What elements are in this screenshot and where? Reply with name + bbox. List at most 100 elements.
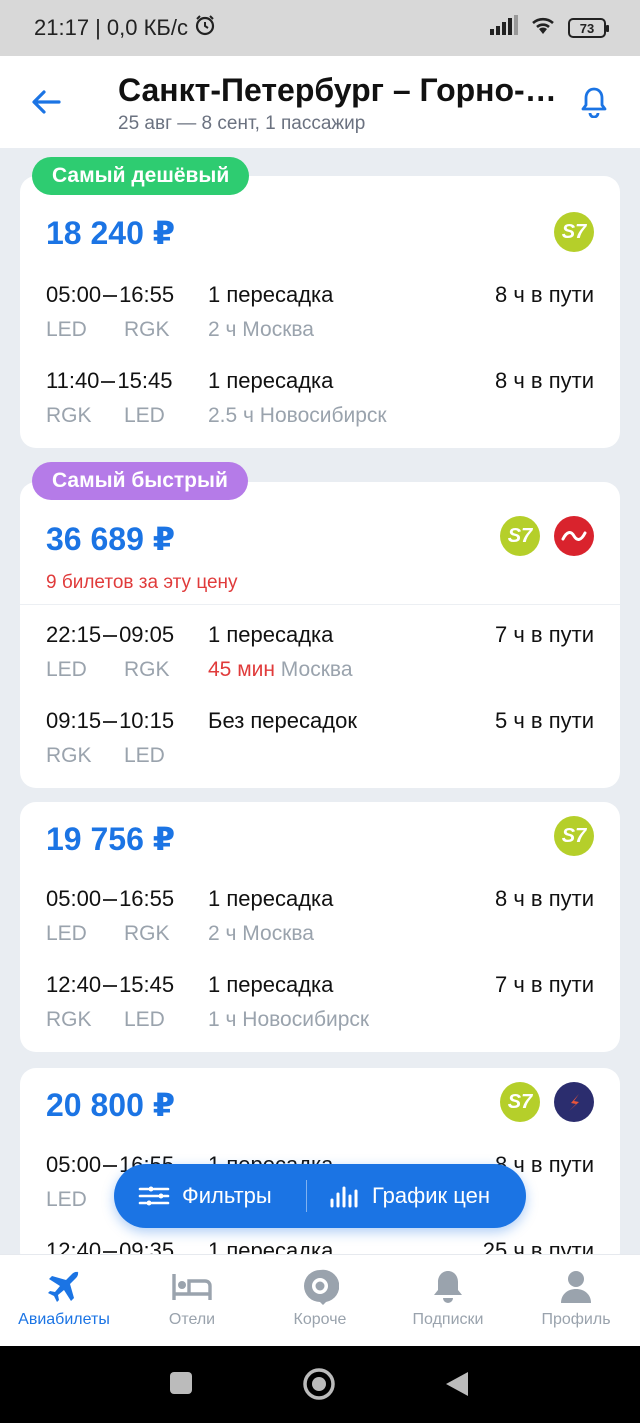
bell-icon <box>432 1269 464 1305</box>
filters-label: Фильтры <box>182 1183 272 1208</box>
ticket-price: 18 240 ₽ <box>46 215 176 251</box>
back-button[interactable] <box>28 84 64 120</box>
ticket-card[interactable]: 36 689 ₽ S7 9 билетов за эту цену 22:15 0… <box>20 482 620 788</box>
floating-action-bar: Фильтры График цен <box>114 1164 526 1228</box>
nav-label: Подписки <box>412 1311 484 1328</box>
segment-duration: 7 ч в пути <box>495 622 594 647</box>
divider <box>20 604 620 605</box>
page-title: Санкт-Петербург – Горно-… <box>118 72 557 108</box>
tickets-left-warning: 9 билетов за эту цену <box>46 572 238 593</box>
s7-airline-logo: S7 <box>500 1082 540 1122</box>
system-back-button[interactable] <box>444 1370 474 1400</box>
ticket-price: 36 689 ₽ <box>46 521 176 557</box>
fastest-badge: Самый быстрый <box>32 462 248 500</box>
segment-stops: 1 пересадка <box>208 886 334 911</box>
alarm-icon <box>194 14 216 42</box>
segment-stops: 1 пересадка <box>208 972 334 997</box>
segment-stops: 1 пересадка <box>208 622 334 647</box>
segment-layover: 2 ч Москва <box>208 922 314 945</box>
filters-button[interactable]: Фильтры <box>138 1164 272 1228</box>
home-circle-icon <box>303 1368 335 1400</box>
segment-layover: 2 ч Москва <box>208 318 314 341</box>
nav-tab-hotels[interactable]: Отели <box>128 1255 256 1347</box>
segment-airports: LED RGK <box>46 318 170 341</box>
wifi-icon <box>530 15 556 41</box>
airline-logos: S7 <box>554 816 594 856</box>
ticket-card[interactable]: 18 240 ₽ S7 05:00 16:55 LED RGK 1 пересадк… <box>20 176 620 448</box>
segment-duration: 7 ч в пути <box>495 972 594 997</box>
battery-indicator: 73 <box>568 18 609 38</box>
status-speed: | 0,0 КБ/с <box>95 15 188 40</box>
red-wings-airline-logo <box>554 516 594 556</box>
nav-tab-flights[interactable]: Авиабилеты <box>0 1255 128 1347</box>
page-subtitle: 25 авг — 8 сент, 1 пассажир <box>118 113 366 134</box>
price-chart-button[interactable]: График цен <box>330 1164 490 1228</box>
segment-times: 05:0016:55 <box>46 282 175 307</box>
segment-airports: LED <box>46 1188 87 1211</box>
status-time: 21:17 <box>34 15 90 40</box>
nav-tab-profile[interactable]: Профиль <box>512 1255 640 1347</box>
segment-times: 22:15 09:05 <box>46 622 175 647</box>
segment-layover: 2.5 ч Новосибирск <box>208 404 387 427</box>
nav-label: Профиль <box>541 1311 611 1328</box>
price-alert-button[interactable] <box>576 84 612 120</box>
segment-layover: 45 мин Москва <box>208 658 353 681</box>
segment-times: 11:40 15:45 <box>46 368 173 393</box>
status-bar: 21:17 | 0,0 КБ/с 73 <box>0 0 640 56</box>
bell-icon <box>581 87 607 118</box>
flight-segment: 05:00 16:55 LED RGK 1 пересадка 2 ч Москва… <box>20 886 620 956</box>
pill-separator <box>306 1180 307 1212</box>
airline-logos: S7 <box>554 212 594 252</box>
airline-logos: S7 <box>500 1082 594 1122</box>
status-right: 73 <box>490 15 609 41</box>
square-icon <box>170 1372 192 1394</box>
person-icon <box>559 1269 593 1305</box>
arrow-left-icon <box>32 90 61 114</box>
price-chart-label: График цен <box>372 1183 491 1208</box>
airline-logos: S7 <box>500 516 594 556</box>
segment-stops: Без пересадок <box>208 708 357 733</box>
segment-airports: RGK LED <box>46 744 165 767</box>
ticket-price: 20 800 ₽ <box>46 1087 176 1123</box>
status-left: 21:17 | 0,0 КБ/с <box>34 14 216 42</box>
cheapest-badge: Самый дешёвый <box>32 157 250 195</box>
nav-tab-subscriptions[interactable]: Подписки <box>384 1255 512 1347</box>
nav-label: Отели <box>168 1311 216 1328</box>
home-button[interactable] <box>302 1367 335 1400</box>
segment-duration: 8 ч в пути <box>495 282 594 307</box>
route-title-block[interactable]: Санкт-Петербург – Горно-… 25 авг — 8 сен… <box>118 72 558 135</box>
camera-icon <box>301 1269 339 1305</box>
segment-airports: LED RGK <box>46 658 170 681</box>
segment-times: 09:15 10:15 <box>46 708 175 733</box>
segment-airports: RGK LED <box>46 1008 165 1031</box>
filters-icon <box>138 1186 170 1206</box>
plane-icon <box>45 1269 83 1305</box>
segment-layover: 1 ч Новосибирск <box>208 1008 370 1031</box>
segment-duration: 8 ч в пути <box>495 886 594 911</box>
flight-segment: 22:15 09:05 LED RGK 1 пересадка 45 мин Мос… <box>20 622 620 692</box>
signal-icon <box>490 15 518 41</box>
segment-times: 05:0016:55 <box>46 886 175 911</box>
segment-airports: LED RGK <box>46 922 170 945</box>
flight-segment: 11:40 15:45 RGK LED 1 пересадка 2.5 ч Ново… <box>20 368 620 438</box>
flight-segment: 09:15 10:15 RGK LED Без пересадок 5 ч в пу… <box>20 708 620 778</box>
app-header: Санкт-Петербург – Горно-… 25 авг — 8 сен… <box>0 56 640 148</box>
s7-airline-logo: S7 <box>554 212 594 252</box>
nav-tab-stories[interactable]: Короче <box>256 1255 384 1347</box>
segment-duration: 5 ч в пути <box>495 708 594 733</box>
segment-duration: 8 ч в пути <box>495 368 594 393</box>
s7-airline-logo: S7 <box>500 516 540 556</box>
nav-label: Авиабилеты <box>18 1311 110 1328</box>
recent-apps-button[interactable] <box>168 1370 198 1400</box>
flight-segment: 12:40 15:45 RGK LED 1 пересадка 1 ч Новоси… <box>20 972 620 1042</box>
segment-airports: RGK LED <box>46 404 165 427</box>
segment-stops: 1 пересадка <box>208 368 334 393</box>
ticket-card[interactable]: 19 756 ₽ S7 05:00 16:55 LED RGK 1 пересадк… <box>20 802 620 1052</box>
s7-airline-logo: S7 <box>554 816 594 856</box>
bottom-navigation: Авиабилеты Отели Короче Подписки Профиль <box>0 1254 640 1346</box>
flight-segment: 05:00 16:55 LED RGK 1 пересадка 2 ч Москва… <box>20 282 620 352</box>
segment-times: 12:40 15:45 <box>46 972 175 997</box>
ticket-price: 19 756 ₽ <box>46 821 176 857</box>
nav-label: Короче <box>293 1311 347 1328</box>
system-navigation-bar <box>0 1346 640 1423</box>
